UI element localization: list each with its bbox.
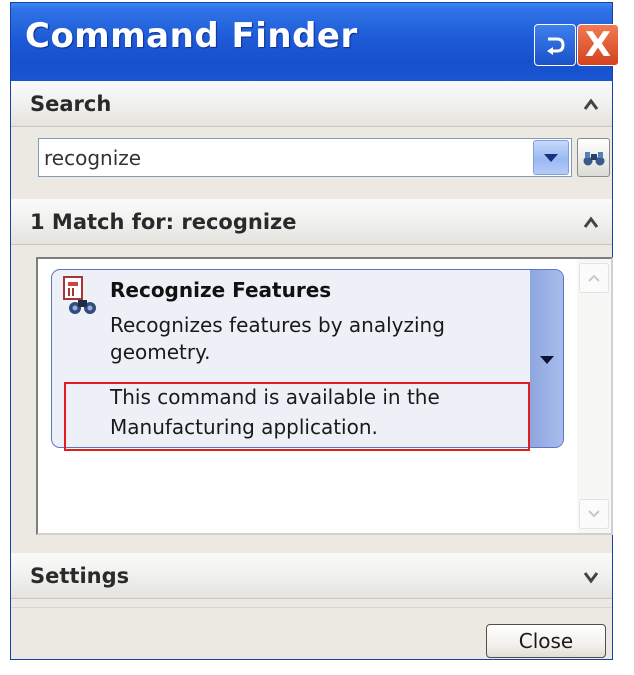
close-x-icon: X bbox=[584, 25, 612, 65]
recognize-features-icon bbox=[63, 276, 96, 314]
chevron-down-icon bbox=[544, 153, 558, 162]
results-section-label: 1 Match for: recognize bbox=[30, 210, 297, 234]
settings-section-header[interactable]: Settings bbox=[11, 553, 612, 599]
result-title: Recognize Features bbox=[110, 278, 332, 302]
chevron-up-icon[interactable] bbox=[580, 212, 602, 234]
scroll-up-button[interactable] bbox=[579, 263, 609, 293]
rollback-button[interactable] bbox=[534, 24, 576, 66]
search-history-dropdown[interactable] bbox=[533, 140, 569, 175]
search-options-button[interactable] bbox=[577, 138, 610, 177]
settings-section-label: Settings bbox=[30, 564, 130, 588]
command-finder-window: Command Finder X Search recognize 1 Matc… bbox=[10, 2, 619, 660]
results-scrollbar[interactable] bbox=[577, 259, 611, 533]
scroll-down-button[interactable] bbox=[579, 499, 609, 529]
result-expand-button[interactable] bbox=[530, 270, 563, 447]
chevron-down-icon[interactable] bbox=[580, 566, 602, 588]
window-close-button[interactable]: X bbox=[577, 24, 619, 66]
search-input[interactable] bbox=[38, 138, 572, 177]
rollback-arrow-icon bbox=[547, 37, 565, 55]
results-section-header[interactable]: 1 Match for: recognize bbox=[11, 199, 612, 245]
caret-down-icon bbox=[539, 355, 554, 364]
result-description: Recognizes features by analyzing geometr… bbox=[110, 313, 445, 364]
search-section-header[interactable]: Search bbox=[11, 81, 612, 127]
scroll-up-arrow-icon bbox=[588, 274, 600, 282]
dialog-footer: Close bbox=[11, 607, 612, 659]
search-row bbox=[11, 129, 612, 199]
scroll-down-arrow-icon bbox=[588, 510, 600, 518]
close-button[interactable]: Close bbox=[486, 624, 606, 658]
window-title: Command Finder bbox=[25, 16, 358, 56]
binoculars-icon bbox=[583, 151, 604, 165]
chevron-up-icon[interactable] bbox=[580, 94, 602, 116]
highlight-annotation bbox=[64, 382, 530, 451]
search-section-label: Search bbox=[30, 92, 112, 116]
title-bar[interactable]: Command Finder X bbox=[11, 3, 619, 81]
